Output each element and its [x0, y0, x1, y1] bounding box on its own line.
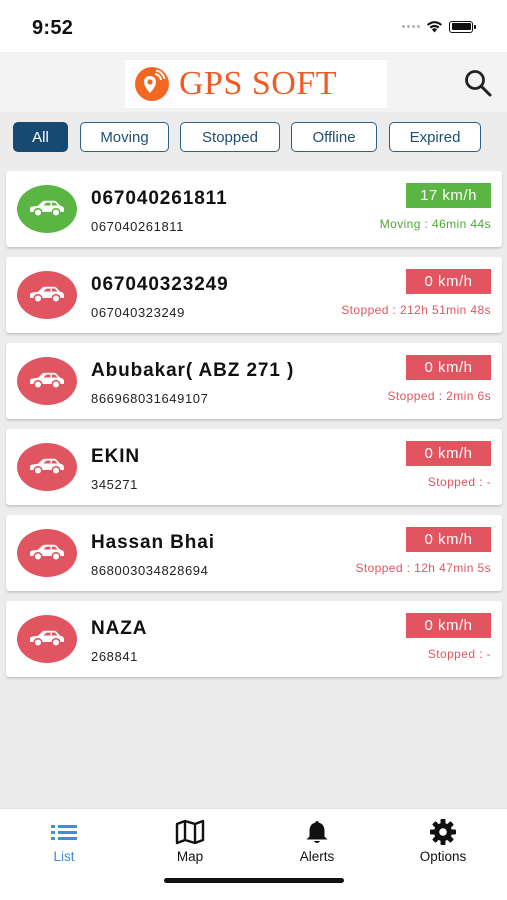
tab-map[interactable]: Map	[140, 819, 240, 864]
tab-label: List	[53, 849, 75, 864]
vehicle-id: 345271	[91, 477, 138, 492]
vehicle-id: 866968031649107	[91, 391, 209, 406]
search-button[interactable]	[461, 66, 495, 100]
map-icon	[175, 819, 205, 845]
status-time: 9:52	[32, 17, 74, 39]
vehicle-card[interactable]: Abubakar( ABZ 271 ) 866968031649107 0 km…	[6, 343, 502, 419]
car-icon	[17, 529, 77, 577]
tab-options[interactable]: Options	[393, 819, 493, 864]
tab-list[interactable]: List	[14, 819, 114, 864]
vehicle-name: EKIN	[91, 446, 140, 467]
home-indicator	[164, 878, 344, 883]
vehicle-card[interactable]: EKIN 345271 0 km/h Stopped : -	[6, 429, 502, 505]
battery-icon	[449, 20, 476, 33]
speed-badge: 0 km/h	[406, 441, 491, 466]
vehicle-name: 067040261811	[91, 188, 228, 209]
gps-logo-icon	[135, 67, 169, 101]
car-icon	[17, 271, 77, 319]
vehicle-card[interactable]: 067040323249 067040323249 0 km/h Stopped…	[6, 257, 502, 333]
speed-badge: 0 km/h	[406, 527, 491, 552]
vehicle-name: Hassan Bhai	[91, 532, 215, 553]
app-logo: GPS SOFT	[125, 60, 387, 108]
vehicle-name: Abubakar( ABZ 271 )	[91, 360, 295, 381]
vehicle-id: 868003034828694	[91, 563, 209, 578]
vehicle-card[interactable]: 067040261811 067040261811 17 km/h Moving…	[6, 171, 502, 247]
status-icons	[402, 20, 476, 33]
car-icon	[17, 185, 77, 233]
tab-label: Options	[419, 849, 467, 864]
speed-badge: 0 km/h	[406, 269, 491, 294]
vehicle-card[interactable]: NAZA 268841 0 km/h Stopped : -	[6, 601, 502, 677]
cellular-signal-icon	[402, 25, 420, 28]
tab-alerts[interactable]: Alerts	[267, 819, 367, 864]
status-bar: 9:52	[0, 0, 507, 52]
vehicle-card[interactable]: Hassan Bhai 868003034828694 0 km/h Stopp…	[6, 515, 502, 591]
vehicle-status: Stopped : 12h 47min 5s	[355, 561, 491, 575]
speed-badge: 0 km/h	[406, 355, 491, 380]
search-icon	[465, 70, 492, 97]
vehicle-status: Stopped : 2min 6s	[387, 389, 491, 403]
filter-all[interactable]: All	[13, 122, 68, 152]
speed-badge: 17 km/h	[406, 183, 491, 208]
car-icon	[17, 443, 77, 491]
logo-text: GPS SOFT	[179, 65, 338, 102]
bell-icon	[306, 821, 328, 843]
vehicle-status: Stopped : -	[427, 475, 491, 489]
filter-offline[interactable]: Offline	[291, 122, 377, 152]
vehicle-status: Stopped : -	[427, 647, 491, 661]
filter-expired[interactable]: Expired	[389, 122, 481, 152]
gear-icon	[430, 819, 456, 845]
tab-label: Alerts	[299, 849, 335, 864]
vehicle-status: Stopped : 212h 51min 48s	[341, 303, 491, 317]
vehicle-status: Moving : 46min 44s	[379, 217, 491, 231]
vehicle-id: 067040261811	[91, 219, 184, 234]
vehicle-id: 268841	[91, 649, 138, 664]
vehicle-id: 067040323249	[91, 305, 185, 320]
vehicle-name: 067040323249	[91, 274, 229, 295]
wifi-icon	[427, 21, 442, 33]
tab-label: Map	[176, 849, 204, 864]
filter-bar: All Moving Stopped Offline Expired	[0, 112, 507, 160]
filter-stopped[interactable]: Stopped	[180, 122, 280, 152]
app-header: GPS SOFT	[0, 52, 507, 112]
bottom-tab-bar: List Map Alerts Options	[0, 808, 507, 900]
car-icon	[17, 357, 77, 405]
car-icon	[17, 615, 77, 663]
list-icon	[51, 825, 77, 840]
filter-moving[interactable]: Moving	[80, 122, 169, 152]
vehicle-name: NAZA	[91, 618, 148, 639]
speed-badge: 0 km/h	[406, 613, 491, 638]
